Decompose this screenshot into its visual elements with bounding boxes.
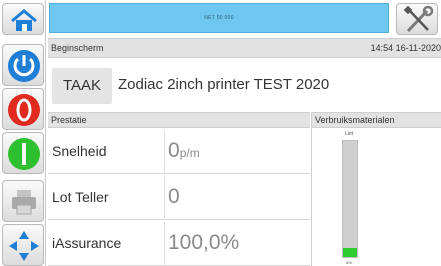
job-row[interactable]: TAAK Zodiac 2inch printer TEST 2020 (48, 59, 441, 111)
speed-row: Snelheid 0p/m (48, 130, 310, 174)
ribbon-gauge-fill (343, 247, 357, 257)
home-icon (11, 9, 37, 31)
consumables-panel: Verbruiksmaterialen Lint 8% (311, 112, 441, 266)
speed-number: 0 (168, 139, 180, 162)
row-divider (164, 222, 165, 266)
speed-unit: p/m (179, 146, 200, 160)
tools-icon (403, 5, 434, 33)
lot-counter-label: Lot Teller (52, 189, 109, 205)
power-button[interactable] (2, 44, 44, 86)
ribbon-gauge-percent: 8% (346, 260, 352, 265)
printer-button[interactable] (2, 180, 44, 222)
navigation-button[interactable] (2, 224, 44, 266)
page-title: Beginscherm (51, 43, 104, 53)
consumables-header: Verbruiksmaterialen (312, 112, 441, 128)
performance-header: Prestatie (48, 112, 310, 128)
tools-button[interactable] (396, 3, 438, 35)
consumables-title: Verbruiksmaterialen (315, 115, 395, 125)
iassurance-value: 100,0% (168, 231, 240, 254)
start-button[interactable] (2, 132, 44, 174)
job-name: Zodiac 2inch printer TEST 2020 (118, 76, 330, 93)
sidebar (0, 0, 46, 266)
date-time: 14:54 16-11-2020 (370, 43, 441, 53)
stop-button[interactable] (2, 88, 44, 130)
row-divider (164, 130, 165, 174)
stop-icon (8, 94, 40, 126)
message-strip-text: NET 00 000 (204, 15, 234, 21)
breadcrumb: Beginscherm 14:54 16-11-2020 (48, 38, 441, 58)
lot-counter-row: Lot Teller 0 (48, 176, 310, 220)
start-icon (8, 138, 40, 170)
speed-value: 0p/m (168, 139, 200, 163)
row-divider (164, 176, 165, 220)
navigation-arrows-icon (9, 231, 39, 261)
iassurance-label: iAssurance (52, 235, 122, 251)
iassurance-row: iAssurance 100,0% (48, 222, 310, 266)
lot-counter-value: 0 (168, 185, 180, 208)
ribbon-gauge[interactable] (342, 140, 358, 258)
speed-label: Snelheid (52, 143, 107, 159)
ribbon-gauge-label: Lint (344, 131, 354, 137)
message-strip: NET 00 000 (49, 3, 389, 33)
printer-icon (12, 190, 36, 215)
power-icon (8, 50, 40, 82)
performance-title: Prestatie (51, 115, 87, 125)
job-label: TAAK (52, 68, 112, 104)
home-button[interactable] (2, 3, 44, 35)
